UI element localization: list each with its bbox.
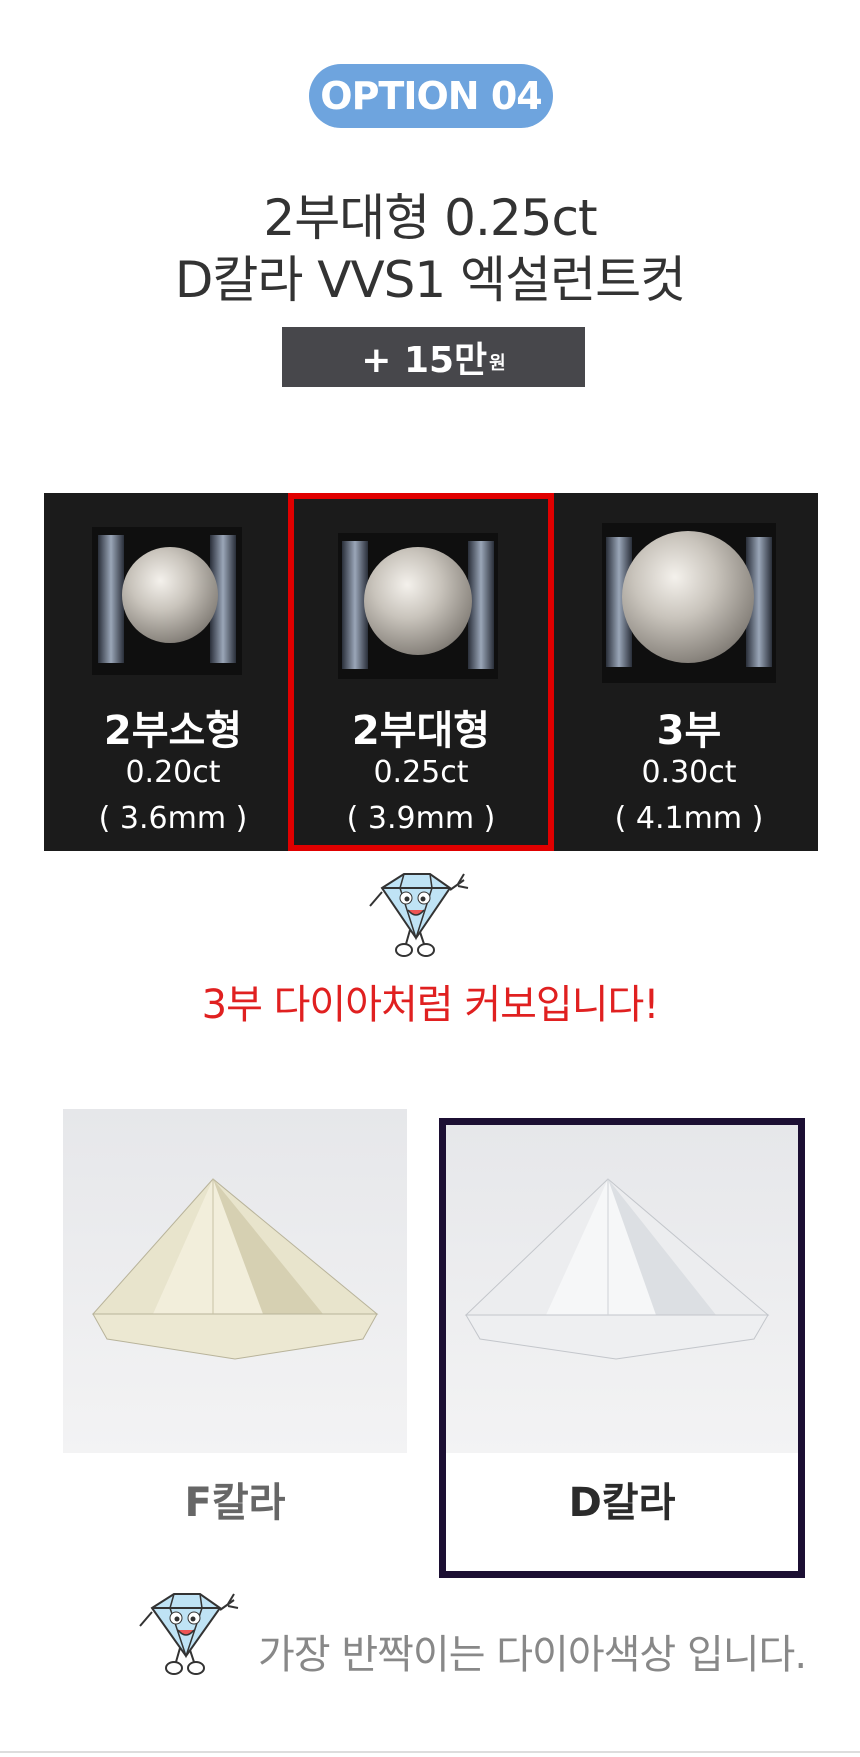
size-mm: ( 3.6mm ) xyxy=(98,801,248,836)
price-tag: + 15만 원 xyxy=(282,327,585,387)
diamond-photo xyxy=(602,523,776,683)
diamond-photo xyxy=(338,533,498,679)
size-name: 2부대형 xyxy=(351,708,491,754)
size-name: 3부 xyxy=(656,708,722,754)
price-amount: + 15만 xyxy=(361,340,488,381)
f-color-label: F칼라 xyxy=(184,1480,286,1526)
option-badge: OPTION 04 xyxy=(309,64,553,128)
size-comparison-panel: 2부소형 0.20ct ( 3.6mm ) 2부대형 0.25ct ( 3.9m… xyxy=(44,493,818,851)
f-color-photo xyxy=(63,1109,407,1453)
product-title-line2: D칼라 VVS1 엑설런트컷 xyxy=(174,251,686,309)
size-carat: 0.20ct xyxy=(125,755,221,790)
diamond-photo xyxy=(92,527,242,675)
color-description: 가장 반짝이는 다이아색상 입니다. xyxy=(258,1632,807,1678)
bottom-divider xyxy=(0,1751,860,1753)
size-tagline: 3부 다이아처럼 커보입니다! xyxy=(201,982,660,1028)
d-color-photo xyxy=(446,1125,798,1453)
price-unit: 원 xyxy=(489,353,506,374)
size-name: 2부소형 xyxy=(103,708,243,754)
size-option-small: 2부소형 0.20ct ( 3.6mm ) xyxy=(44,493,302,851)
size-option-large-selected: 2부대형 0.25ct ( 3.9mm ) xyxy=(288,493,554,851)
d-color-label: D칼라 xyxy=(568,1480,676,1526)
size-mm: ( 3.9mm ) xyxy=(346,801,496,836)
size-carat: 0.25ct xyxy=(373,755,469,790)
size-mm: ( 4.1mm ) xyxy=(614,801,764,836)
diamond-mascot-icon xyxy=(360,866,472,962)
diamond-mascot-icon xyxy=(130,1586,242,1678)
size-option-3bu: 3부 0.30ct ( 4.1mm ) xyxy=(560,493,818,851)
size-carat: 0.30ct xyxy=(641,755,737,790)
